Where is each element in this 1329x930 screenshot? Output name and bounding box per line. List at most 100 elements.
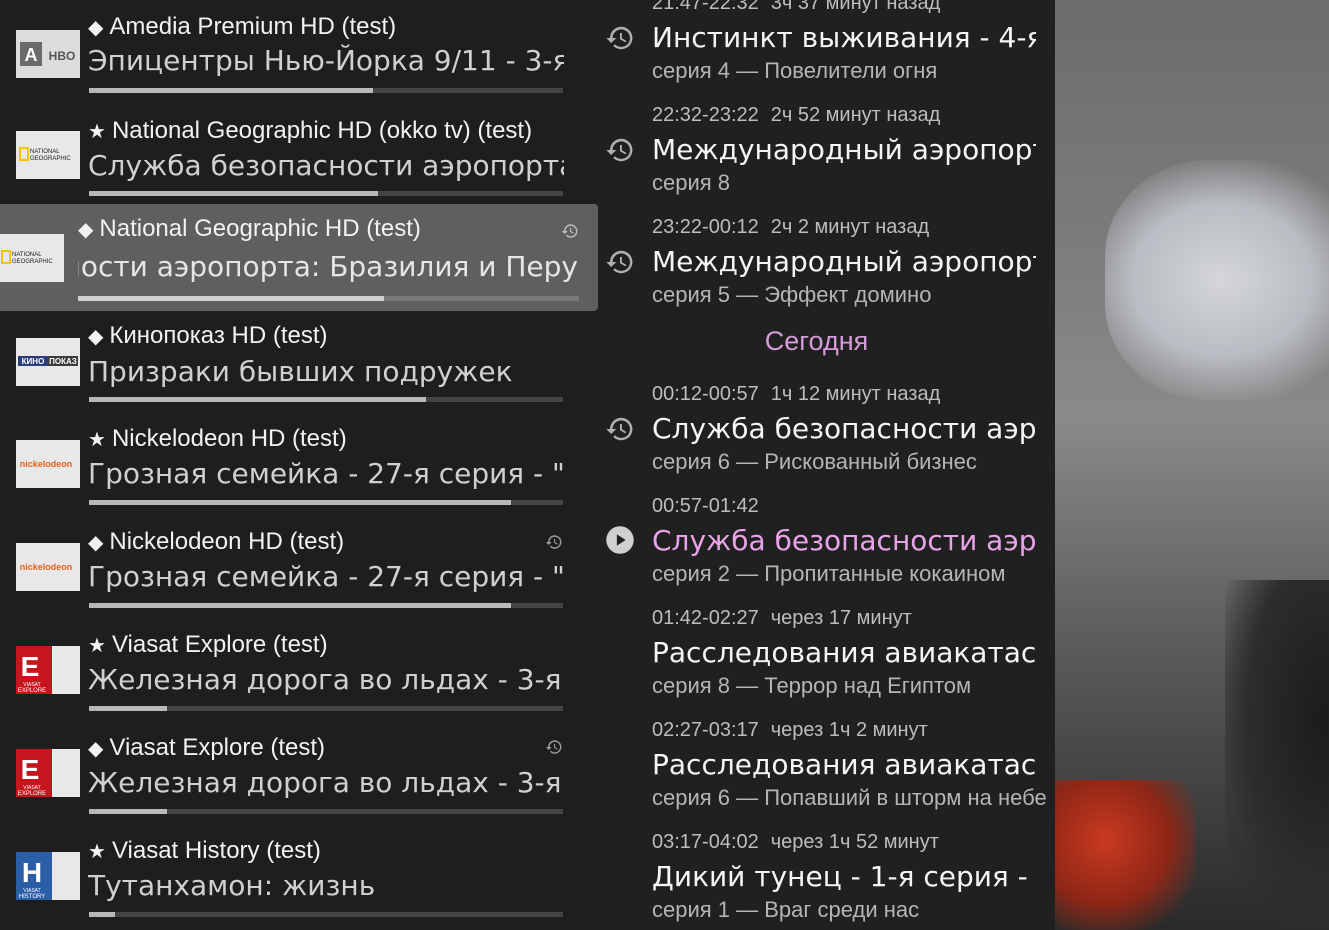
- channel-row-natgeo-selected[interactable]: NATIONAL GEOGRAPHIC ◆ National Geographic…: [0, 204, 598, 311]
- program-subtitle: серия 6 — Попавший в шторм на небе: [652, 785, 1047, 810]
- video-frame-glove: [1105, 160, 1329, 400]
- program-title: Международный аэропорт..: [652, 245, 1036, 278]
- national-geographic-logo: NATIONAL GEOGRAPHIC: [16, 131, 80, 179]
- program-title: Международный аэропорт..: [652, 133, 1036, 166]
- epg-item[interactable]: 23:22-00:12 2ч 2 минут назад Международны…: [598, 216, 1055, 326]
- history-icon: [545, 740, 562, 754]
- channel-name-text: Viasat Explore (test): [111, 631, 328, 658]
- channel-name-text: Viasat History (test): [111, 837, 321, 864]
- epg-item[interactable]: 21:47-22:32 3ч 37 минут назад Инстинкт вы…: [598, 0, 1055, 102]
- channel-name-text: Nickelodeon HD (test): [109, 528, 345, 555]
- epg-item[interactable]: 02:27-03:17 через 1ч 2 минут Расследовани…: [598, 719, 1055, 829]
- channel-name: ◆ Кинопоказ HD (test): [88, 322, 328, 350]
- logo-text: nickelodeon: [20, 459, 73, 469]
- epg-item-current[interactable]: 00:57-01:42 Служба безопасности аэр.. се…: [598, 495, 1055, 605]
- program-subtitle: серия 6 — Рискованный бизнес: [652, 449, 977, 474]
- logo-text: nickelodeon: [20, 562, 73, 572]
- program-progress-bar: [89, 191, 563, 196]
- logo-text-line1: NATIONAL: [30, 149, 60, 155]
- channel-name: ★ Viasat History (test): [88, 837, 321, 865]
- logo-text-explore: EXPLORE: [18, 791, 46, 797]
- star-icon: ★: [88, 121, 106, 143]
- history-icon: [606, 138, 633, 162]
- channel-name-text: Nickelodeon HD (test): [111, 425, 347, 452]
- program-title: Дикий тунец - 1-я серия - "В..: [652, 860, 1036, 893]
- program-time-range: 00:57-01:42: [652, 495, 759, 517]
- program-relative-time: через 1ч 2 минут: [770, 719, 928, 741]
- logo-letter: H: [22, 857, 42, 888]
- logo-hbo-text: HBO: [49, 49, 76, 63]
- program-time: 23:22-00:12 2ч 2 минут назад: [652, 216, 929, 239]
- program-time: 02:27-03:17 через 1ч 2 минут: [652, 719, 928, 742]
- program-time-range: 02:27-03:17: [652, 719, 759, 741]
- program-progress-bar: [89, 706, 563, 711]
- diamond-icon: ◆: [88, 17, 104, 39]
- channel-row-natgeo-okko[interactable]: NATIONAL GEOGRAPHIC ★ National Geographic…: [0, 103, 598, 203]
- program-subtitle: серия 1 — Враг среди нас: [652, 897, 920, 922]
- epg-item[interactable]: 00:12-00:57 1ч 12 минут назад Служба безо…: [598, 383, 1055, 493]
- history-icon: [606, 26, 633, 50]
- program-progress-fill: [89, 191, 379, 196]
- current-program: Служба безопасности аэропорта: Бразилия …: [78, 250, 578, 283]
- program-progress-fill: [89, 500, 511, 505]
- kinopokaz-logo: КИНО ПОКАЗ: [16, 338, 80, 386]
- viasat-explore-logo: E VIASAT EXPLORE: [16, 646, 80, 694]
- program-progress-bar: [89, 809, 563, 814]
- channel-name-text: Кинопоказ HD (test): [109, 322, 328, 349]
- current-program: Железная дорога во льдах - 3-я с..: [88, 663, 564, 696]
- amedia-hbo-logo: A HBO: [16, 30, 80, 78]
- program-time-range: 22:32-23:22: [652, 104, 759, 126]
- logo-text-explore: EXPLORE: [18, 688, 46, 694]
- channel-name: ◆ Nickelodeon HD (test): [88, 528, 344, 556]
- nickelodeon-logo: nickelodeon: [16, 440, 80, 488]
- program-relative-time: 1ч 12 минут назад: [770, 383, 941, 405]
- date-header: Сегодня: [764, 326, 869, 356]
- channel-name: ◆ Viasat Explore (test): [88, 734, 325, 762]
- program-guide: 21:47-22:32 3ч 37 минут назад Инстинкт вы…: [598, 0, 1055, 930]
- logo-text-pokaz: ПОКАЗ: [49, 357, 77, 366]
- star-icon: ★: [88, 429, 106, 451]
- current-program: Тутанхамон: жизнь: [88, 869, 376, 902]
- nickelodeon-logo: nickelodeon: [16, 543, 80, 591]
- program-relative-time: 2ч 2 минут назад: [770, 216, 930, 238]
- channel-row-viasat-explore-2[interactable]: E VIASAT EXPLORE ◆ Viasat Explore (test) …: [0, 723, 598, 826]
- video-preview[interactable]: [1055, 0, 1329, 930]
- program-relative-time: 2ч 52 минут назад: [770, 104, 941, 126]
- program-time-range: 03:17-04:02: [652, 831, 759, 853]
- program-progress-bar: [89, 397, 563, 402]
- epg-item[interactable]: 22:32-23:22 2ч 52 минут назад Международн…: [598, 104, 1055, 214]
- logo-text-line2: GEOGRAPHIC: [12, 259, 53, 265]
- logo-letter: A: [25, 45, 38, 65]
- national-geographic-logo: NATIONAL GEOGRAPHIC: [0, 234, 64, 282]
- program-progress-fill: [89, 397, 426, 402]
- program-progress-fill: [89, 603, 511, 608]
- history-icon: [606, 250, 633, 274]
- program-subtitle: серия 4 — Повелители огня: [652, 58, 938, 83]
- program-title: Служба безопасности аэр..: [652, 412, 1036, 445]
- program-progress-fill: [78, 296, 384, 301]
- diamond-icon: ◆: [88, 326, 104, 348]
- program-progress-bar: [89, 912, 563, 917]
- epg-item[interactable]: 01:42-02:27 через 17 минут Расследования …: [598, 607, 1055, 717]
- channel-row-nickelodeon-1[interactable]: nickelodeon ★ Nickelodeon HD (test) Грозн…: [0, 414, 598, 517]
- epg-item[interactable]: 03:17-04:02 через 1ч 52 минут Дикий тунец…: [598, 831, 1055, 930]
- channel-name: ★ Viasat Explore (test): [88, 631, 328, 659]
- channel-row-viasat-explore-1[interactable]: E VIASAT EXPLORE ★ Viasat Explore (test) …: [0, 620, 598, 723]
- channel-row-nickelodeon-2[interactable]: nickelodeon ◆ Nickelodeon HD (test) Грозн…: [0, 517, 598, 620]
- program-progress-fill: [89, 88, 374, 93]
- viasat-explore-logo: E VIASAT EXPLORE: [16, 749, 80, 797]
- diamond-icon: ◆: [78, 219, 94, 241]
- viasat-history-logo: H VIASAT HISTORY: [16, 852, 80, 900]
- channel-name: ◆ National Geographic HD (test): [78, 215, 421, 243]
- program-subtitle: серия 8: [652, 170, 731, 195]
- video-frame-sleeve: [1225, 580, 1329, 930]
- history-icon: [545, 535, 562, 549]
- channel-row-kinopokaz[interactable]: КИНО ПОКАЗ ◆ Кинопоказ HD (test) Призраки…: [0, 311, 598, 414]
- program-time-range: 23:22-00:12: [652, 216, 759, 238]
- program-time-range: 01:42-02:27: [652, 607, 759, 629]
- program-subtitle: серия 8 — Террор над Египтом: [652, 673, 972, 698]
- channel-row-amedia-premium[interactable]: A HBO ◆ Amedia Premium HD (test) Эпицентр…: [0, 0, 598, 103]
- history-icon: [561, 224, 578, 238]
- channel-name: ◆ Amedia Premium HD (test): [88, 13, 396, 41]
- channel-row-viasat-history[interactable]: H VIASAT HISTORY ★ Viasat History (test) …: [0, 826, 598, 930]
